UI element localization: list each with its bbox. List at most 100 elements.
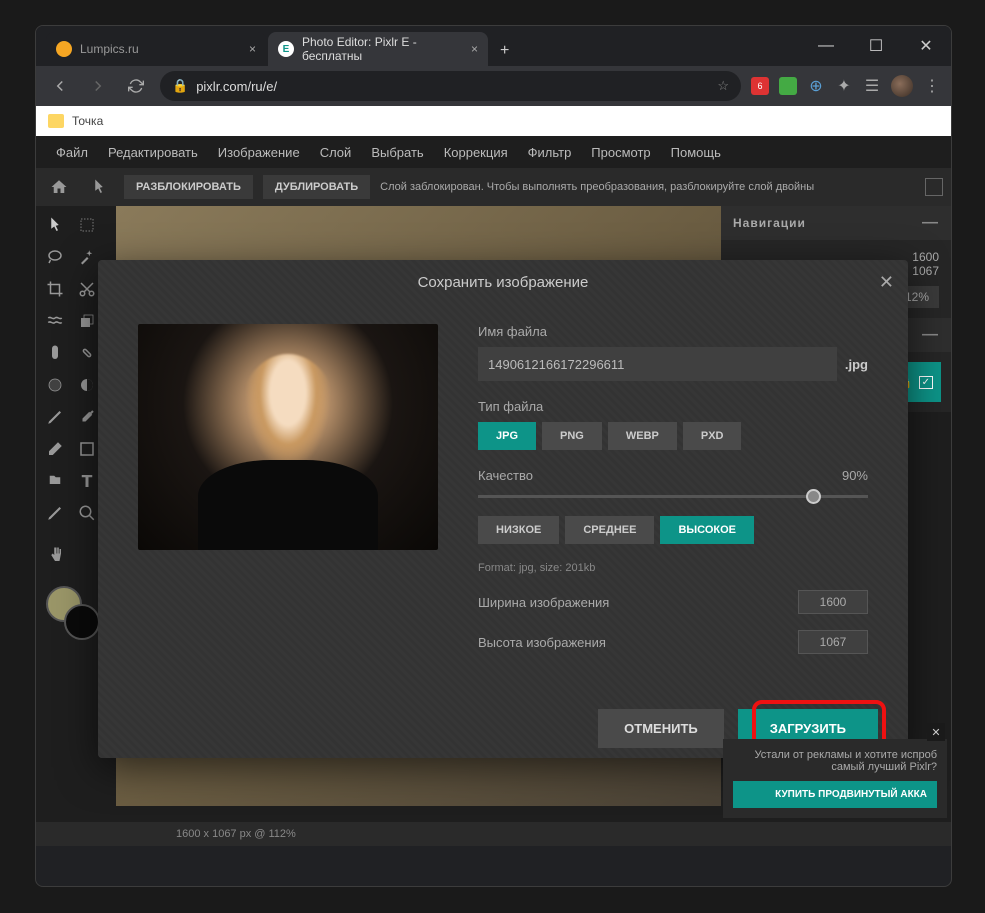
back-button[interactable] [46,72,74,100]
app-content: Файл Редактировать Изображение Слой Выбр… [36,136,951,846]
menu-layer[interactable]: Слой [320,145,352,160]
quality-label: Качество [478,468,533,483]
hand-tool[interactable] [40,540,70,570]
filename-input[interactable] [478,347,837,381]
filetype-webp[interactable]: WEBP [608,422,677,450]
crop-tool[interactable] [40,274,70,304]
menu-filter[interactable]: Фильтр [528,145,572,160]
minimize-button[interactable]: — [811,31,841,61]
draw-tool[interactable] [40,498,70,528]
folder-icon [48,114,64,128]
star-icon[interactable]: ☆ [717,78,729,94]
brush-tool[interactable] [40,338,70,368]
browser-menu-icon[interactable]: ⋮ [923,77,941,95]
promo-text-2: самый лучший Pixlr? [733,761,937,773]
quality-presets: НИЗКОЕ СРЕДНЕЕ ВЫСОКОЕ [478,516,868,544]
checkbox-icon[interactable]: ✓ [919,376,933,389]
filetype-png[interactable]: PNG [542,422,602,450]
cancel-button[interactable]: ОТМЕНИТЬ [598,709,724,748]
bookmark-item[interactable]: Точка [72,114,103,128]
menu-file[interactable]: Файл [56,145,88,160]
profile-avatar[interactable] [891,75,913,97]
width-label: Ширина изображения [478,595,609,610]
dialog-title: Сохранить изображение [418,274,589,291]
favicon-icon [56,41,72,57]
maximize-button[interactable]: ☐ [861,31,891,61]
close-icon[interactable]: × [471,42,478,56]
arrow-tool-icon[interactable] [84,172,114,202]
app-menu-bar: Файл Редактировать Изображение Слой Выбр… [36,136,951,168]
url-input[interactable]: 🔒 pixlr.com/ru/e/ ☆ [160,71,741,101]
pen-tool[interactable] [40,402,70,432]
status-bar: 1600 x 1067 px @ 112% [36,822,951,846]
filetype-label: Тип файла [478,399,868,414]
extensions-menu-icon[interactable]: ✦ [835,77,853,95]
reload-button[interactable] [122,72,150,100]
height-label: Высота изображения [478,635,606,650]
extension-icon[interactable]: ⊕ [807,77,825,95]
forward-button[interactable] [84,72,112,100]
browser-tab-pixlr[interactable]: E Photo Editor: Pixlr E - бесплатны × [268,32,488,66]
quality-value: 90% [842,468,868,483]
collapse-icon[interactable]: — [922,214,939,232]
favicon-icon: E [278,41,294,57]
filetype-pxd[interactable]: PXD [683,422,742,450]
tab-title: Photo Editor: Pixlr E - бесплатны [302,35,463,63]
menu-help[interactable]: Помощь [671,145,721,160]
filetype-jpg[interactable]: JPG [478,422,536,450]
quality-medium[interactable]: СРЕДНЕЕ [565,516,654,544]
close-icon[interactable]: × [249,42,256,56]
file-extension: .jpg [845,357,868,372]
height-input[interactable] [798,630,868,654]
browser-tab-lumpics[interactable]: Lumpics.ru × [46,32,266,66]
promo-close-button[interactable]: ✕ [927,723,945,741]
width-input[interactable] [798,590,868,614]
extension-icon[interactable] [779,77,797,95]
promo-banner: ✕ Устали от рекламы и хотите испроб самы… [723,739,947,818]
close-window-button[interactable]: ✕ [911,31,941,61]
eraser-tool[interactable] [40,434,70,464]
unlock-button[interactable]: РАЗБЛОКИРОВАТЬ [124,175,253,199]
lasso-tool[interactable] [40,242,70,272]
filename-label: Имя файла [478,324,868,339]
dialog-title-bar: Сохранить изображение ✕ [98,260,908,304]
move-tool[interactable] [40,210,70,240]
blur-tool[interactable] [40,370,70,400]
expand-icon[interactable] [925,178,943,196]
quality-slider[interactable] [478,495,868,498]
tab-strip: Lumpics.ru × E Photo Editor: Pixlr E - б… [36,26,951,66]
url-text: pixlr.com/ru/e/ [196,79,277,94]
menu-adjust[interactable]: Коррекция [444,145,508,160]
menu-select[interactable]: Выбрать [371,145,423,160]
extension-icons: 6 ⊕ ✦ ☰ ⋮ [751,75,941,97]
filetype-segments: JPG PNG WEBP PXD [478,422,868,450]
dialog-close-button[interactable]: ✕ [879,272,894,293]
quality-high[interactable]: ВЫСОКОЕ [660,516,754,544]
menu-view[interactable]: Просмотр [591,145,650,160]
home-icon[interactable] [44,172,74,202]
duplicate-button[interactable]: ДУБЛИРОВАТЬ [263,175,370,199]
browser-window: Lumpics.ru × E Photo Editor: Pixlr E - б… [35,25,952,887]
extension-icon[interactable]: 6 [751,77,769,95]
collapse-icon[interactable]: — [922,326,939,344]
new-tab-button[interactable]: + [490,36,519,66]
slider-thumb[interactable] [806,489,821,504]
promo-buy-button[interactable]: КУПИТЬ ПРОДВИНУТЫЙ АККА [733,781,937,808]
promo-text-1: Устали от рекламы и хотите испроб [733,749,937,761]
menu-edit[interactable]: Редактировать [108,145,198,160]
fg-color-well[interactable] [64,604,100,640]
image-preview [138,324,438,550]
status-text: 1600 x 1067 px @ 112% [176,828,296,840]
tab-title: Lumpics.ru [80,42,139,56]
reading-list-icon[interactable]: ☰ [863,77,881,95]
fill-tool[interactable] [40,466,70,496]
navigation-panel-header[interactable]: Навигации — [721,206,951,240]
quality-low[interactable]: НИЗКОЕ [478,516,559,544]
color-wells[interactable] [46,586,82,622]
address-bar: 🔒 pixlr.com/ru/e/ ☆ 6 ⊕ ✦ ☰ ⋮ [36,66,951,106]
bookmarks-bar: Точка [36,106,951,136]
menu-image[interactable]: Изображение [218,145,300,160]
marquee-tool[interactable] [72,210,102,240]
save-dialog: Сохранить изображение ✕ Имя файла .jpg Т… [98,260,908,758]
liquify-tool[interactable] [40,306,70,336]
